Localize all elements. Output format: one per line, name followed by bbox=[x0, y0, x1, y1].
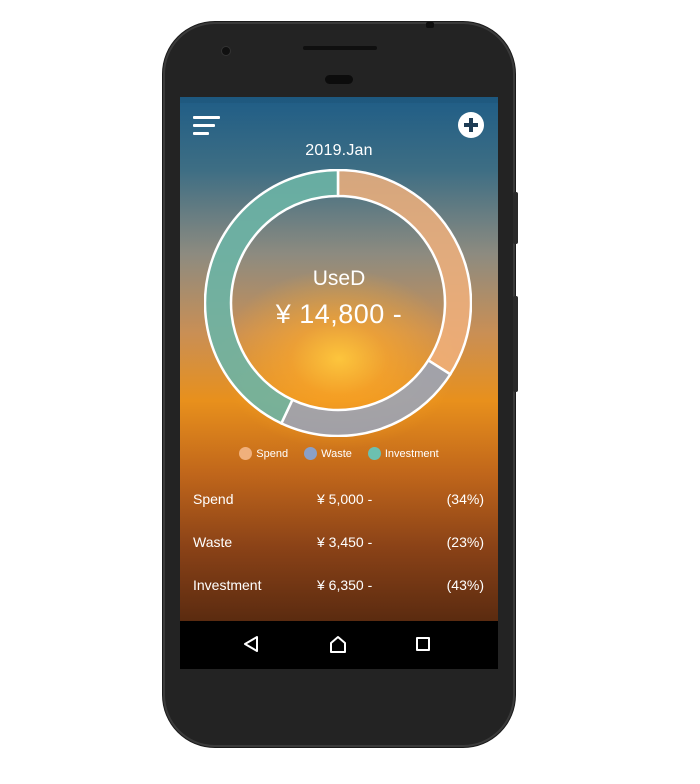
list-item[interactable]: Spend ¥ 5,000 - (34%) bbox=[180, 477, 498, 520]
legend-label: Spend bbox=[256, 447, 289, 460]
category-name: Waste bbox=[193, 534, 233, 550]
donut-slice-waste bbox=[279, 358, 453, 437]
volume-button bbox=[513, 296, 518, 392]
hamburger-menu-icon[interactable] bbox=[193, 115, 221, 137]
month-title: 2019.Jan bbox=[305, 142, 373, 159]
list-item[interactable]: Investment ¥ 6,350 - (43%) bbox=[180, 563, 498, 606]
legend-swatch bbox=[304, 447, 318, 460]
legend-swatch bbox=[367, 447, 381, 460]
legend-swatch bbox=[239, 447, 253, 460]
donut-slice-investment bbox=[204, 169, 340, 426]
list-item[interactable]: Waste ¥ 3,450 - (23%) bbox=[180, 520, 498, 563]
total-label: UseD bbox=[312, 267, 366, 290]
category-amount: ¥ 3,450 - bbox=[317, 534, 373, 550]
chart-legend: Spend Waste Investment bbox=[180, 447, 498, 460]
power-button bbox=[513, 192, 518, 244]
top-sensor bbox=[426, 22, 434, 28]
legend-label: Investment bbox=[384, 447, 439, 460]
category-percent: (34%) bbox=[446, 491, 484, 507]
front-camera bbox=[222, 47, 230, 55]
proximity-sensor bbox=[325, 75, 353, 84]
category-name: Spend bbox=[193, 491, 234, 507]
category-name: Investment bbox=[193, 577, 262, 593]
android-nav-bar bbox=[180, 621, 498, 669]
plus-circle-icon[interactable] bbox=[458, 112, 484, 138]
category-amount: ¥ 6,350 - bbox=[317, 577, 373, 593]
earpiece-speaker bbox=[303, 46, 377, 50]
home-icon[interactable] bbox=[329, 635, 347, 653]
legend-label: Waste bbox=[321, 447, 352, 460]
category-percent: (23%) bbox=[446, 534, 484, 550]
legend-item-spend: Spend bbox=[239, 447, 288, 460]
status-bar bbox=[180, 97, 498, 103]
recent-apps-icon[interactable] bbox=[416, 637, 430, 651]
total-amount: ¥ 14,800 - bbox=[275, 299, 403, 329]
app-screen: 2019.Jan UseD ¥ 14,800 - Spend Waste Inves… bbox=[180, 97, 498, 621]
back-triangle-icon[interactable] bbox=[243, 636, 259, 652]
legend-item-waste: Waste bbox=[304, 447, 352, 460]
category-amount: ¥ 5,000 - bbox=[317, 491, 373, 507]
legend-item-investment: Investment bbox=[367, 447, 439, 460]
category-percent: (43%) bbox=[446, 577, 484, 593]
